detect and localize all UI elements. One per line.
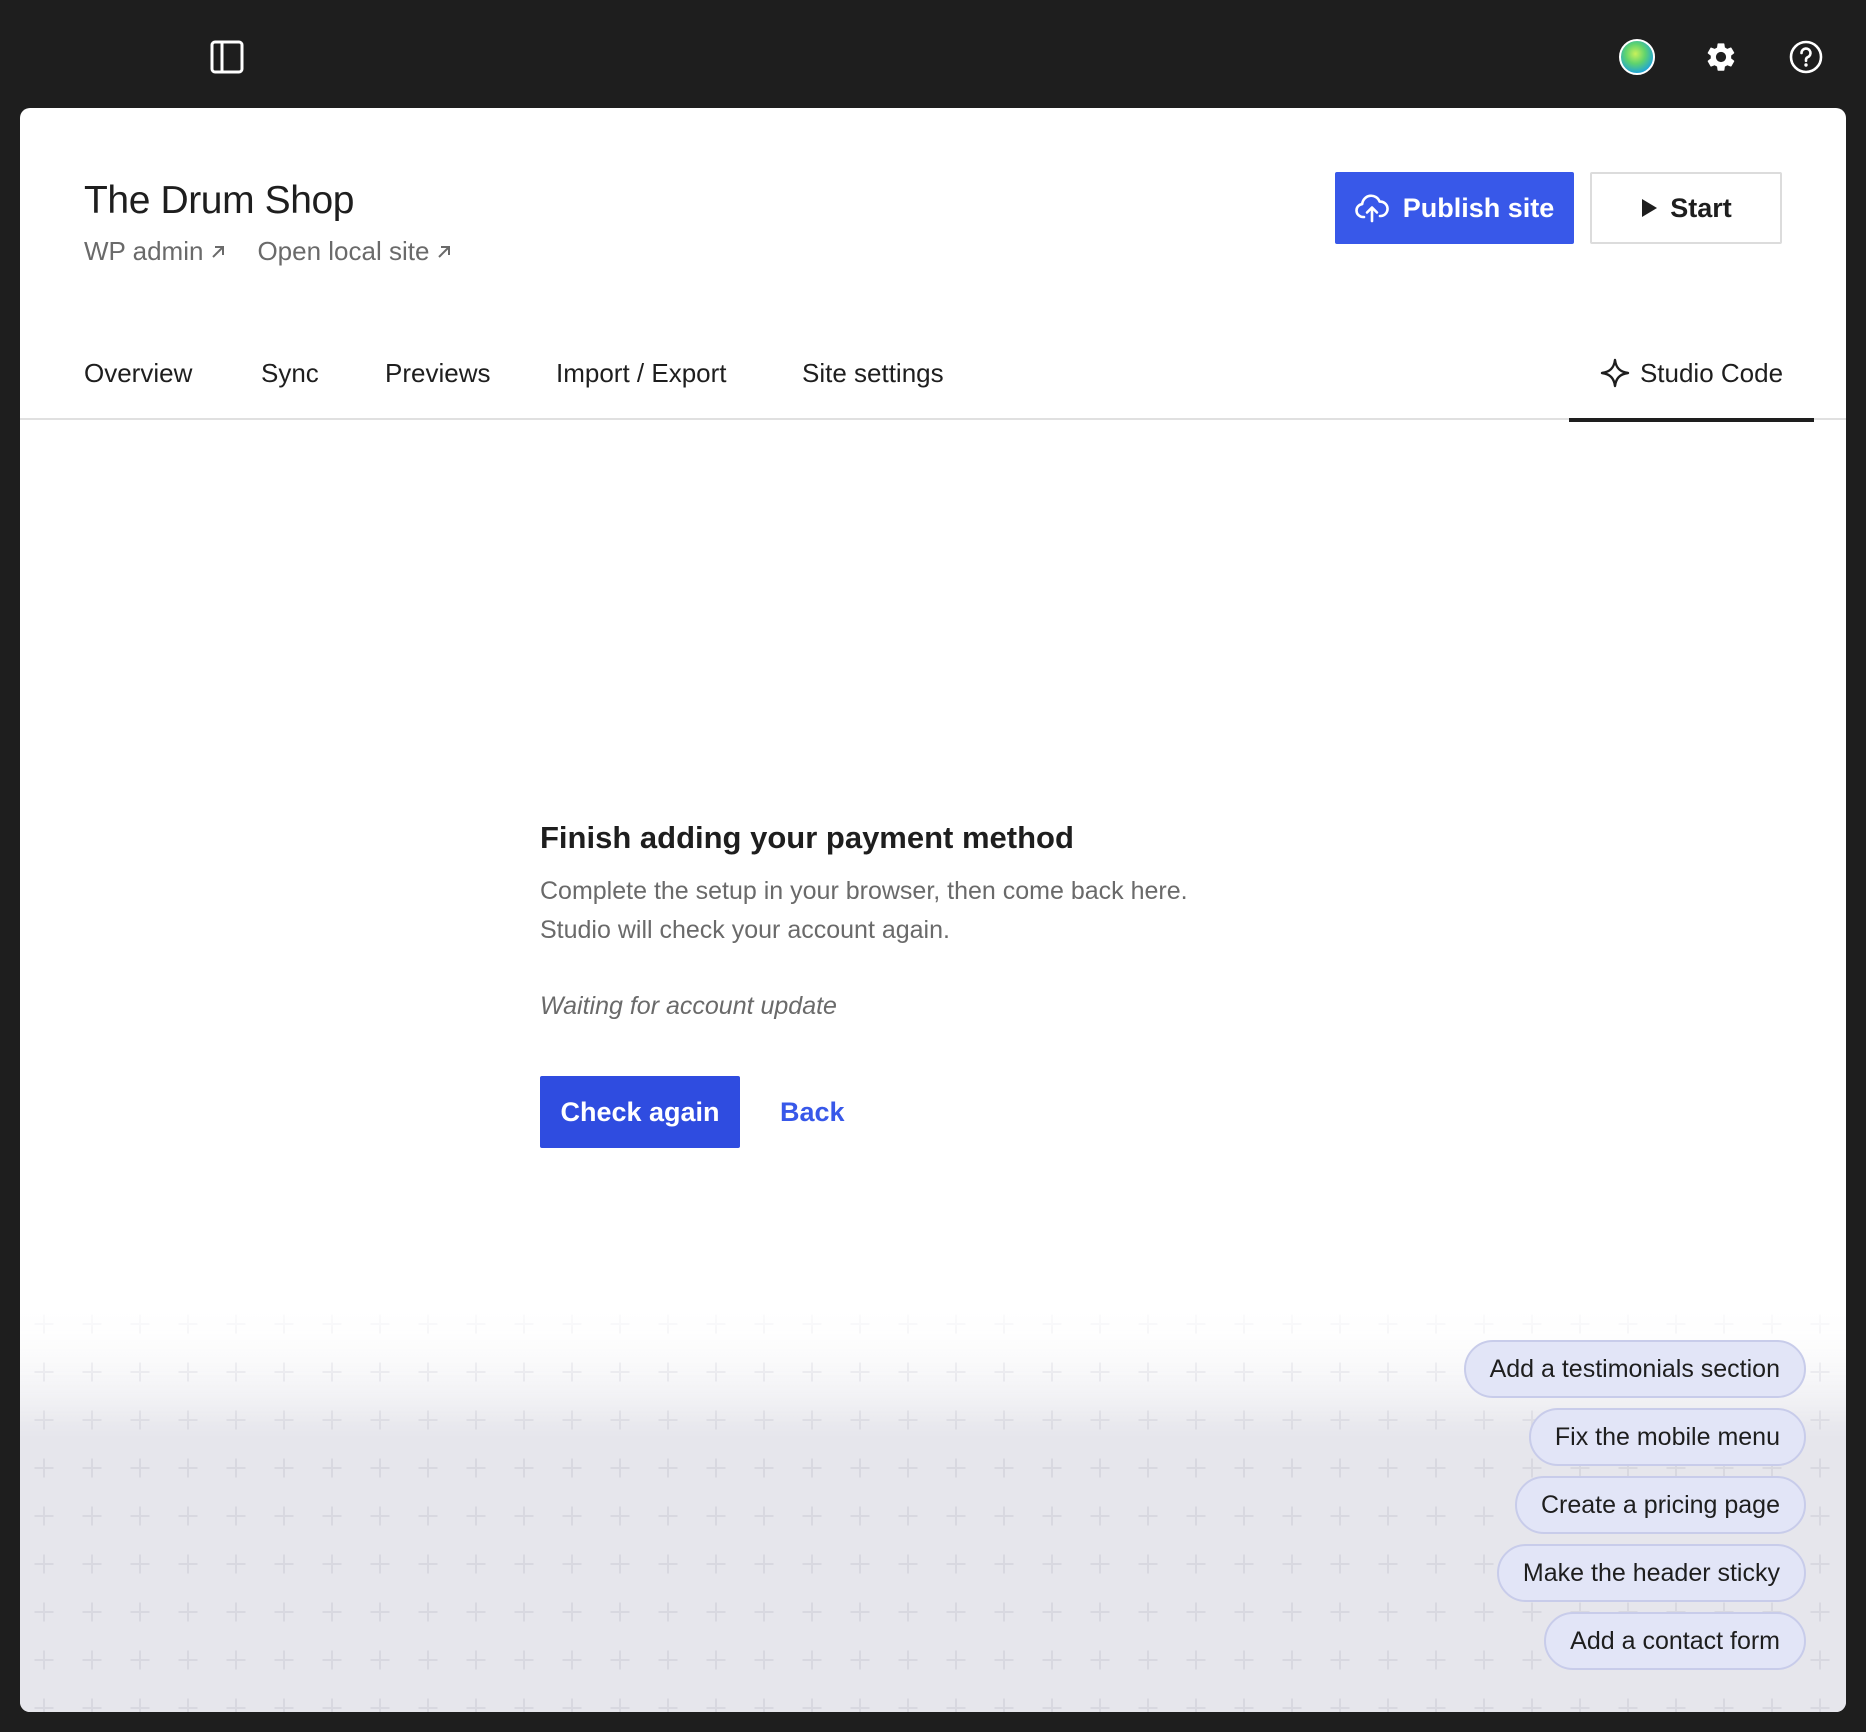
arrow-up-right-icon [212, 245, 225, 258]
suggestion-chip[interactable]: Add a testimonials section [1463, 1340, 1806, 1398]
tab-sync[interactable]: Sync [261, 358, 319, 420]
start-button[interactable]: Start [1590, 172, 1782, 244]
top-bar [0, 0, 1866, 108]
avatar-button[interactable] [1616, 36, 1658, 78]
tab-bar: Overview Sync Previews Import / Export S… [20, 358, 1846, 422]
play-icon [1642, 199, 1658, 217]
back-link[interactable]: Back [780, 1097, 845, 1128]
sparkle-icon [1600, 358, 1630, 388]
publish-site-button[interactable]: Publish site [1335, 172, 1574, 244]
wp-admin-link[interactable]: WP admin [84, 236, 227, 267]
notice-actions: Check again Back [540, 1076, 1220, 1148]
cloud-upload-icon [1354, 194, 1389, 223]
notice-heading: Finish adding your payment method [540, 820, 1074, 855]
payment-method-notice: Finish adding your payment method Comple… [540, 818, 1220, 1148]
main-panel: The Drum Shop WP admin Open local site P… [20, 108, 1846, 1712]
suggestion-chip[interactable]: Create a pricing page [1514, 1476, 1806, 1534]
tab-previews[interactable]: Previews [385, 358, 490, 420]
header-links: WP admin Open local site [84, 236, 453, 267]
sidebar-toggle-icon[interactable] [208, 38, 246, 76]
tab-site-settings[interactable]: Site settings [802, 358, 944, 420]
gear-icon[interactable] [1701, 37, 1741, 77]
avatar [1619, 39, 1655, 75]
suggestion-chip[interactable]: Fix the mobile menu [1528, 1408, 1806, 1466]
start-label: Start [1670, 192, 1732, 223]
tab-studio-code-label: Studio Code [1639, 358, 1784, 388]
open-local-site-label: Open local site [257, 236, 430, 266]
site-title: The Drum Shop [84, 179, 355, 222]
notice-description: Complete the setup in your browser, then… [540, 877, 1188, 944]
suggestion-chip[interactable]: Make the header sticky [1496, 1544, 1806, 1602]
tab-import-export[interactable]: Import / Export [556, 358, 727, 420]
wp-admin-label: WP admin [84, 236, 204, 266]
tab-overview[interactable]: Overview [84, 358, 192, 420]
check-again-button[interactable]: Check again [540, 1076, 740, 1148]
help-icon[interactable] [1785, 36, 1827, 78]
tab-studio-code[interactable]: Studio Code [1569, 358, 1814, 422]
publish-site-label: Publish site [1402, 192, 1555, 223]
status-text: Waiting for account update [540, 992, 837, 1020]
open-local-site-link[interactable]: Open local site [257, 236, 453, 267]
suggestion-chip[interactable]: Add a contact form [1544, 1612, 1806, 1670]
arrow-up-right-icon [438, 245, 451, 258]
